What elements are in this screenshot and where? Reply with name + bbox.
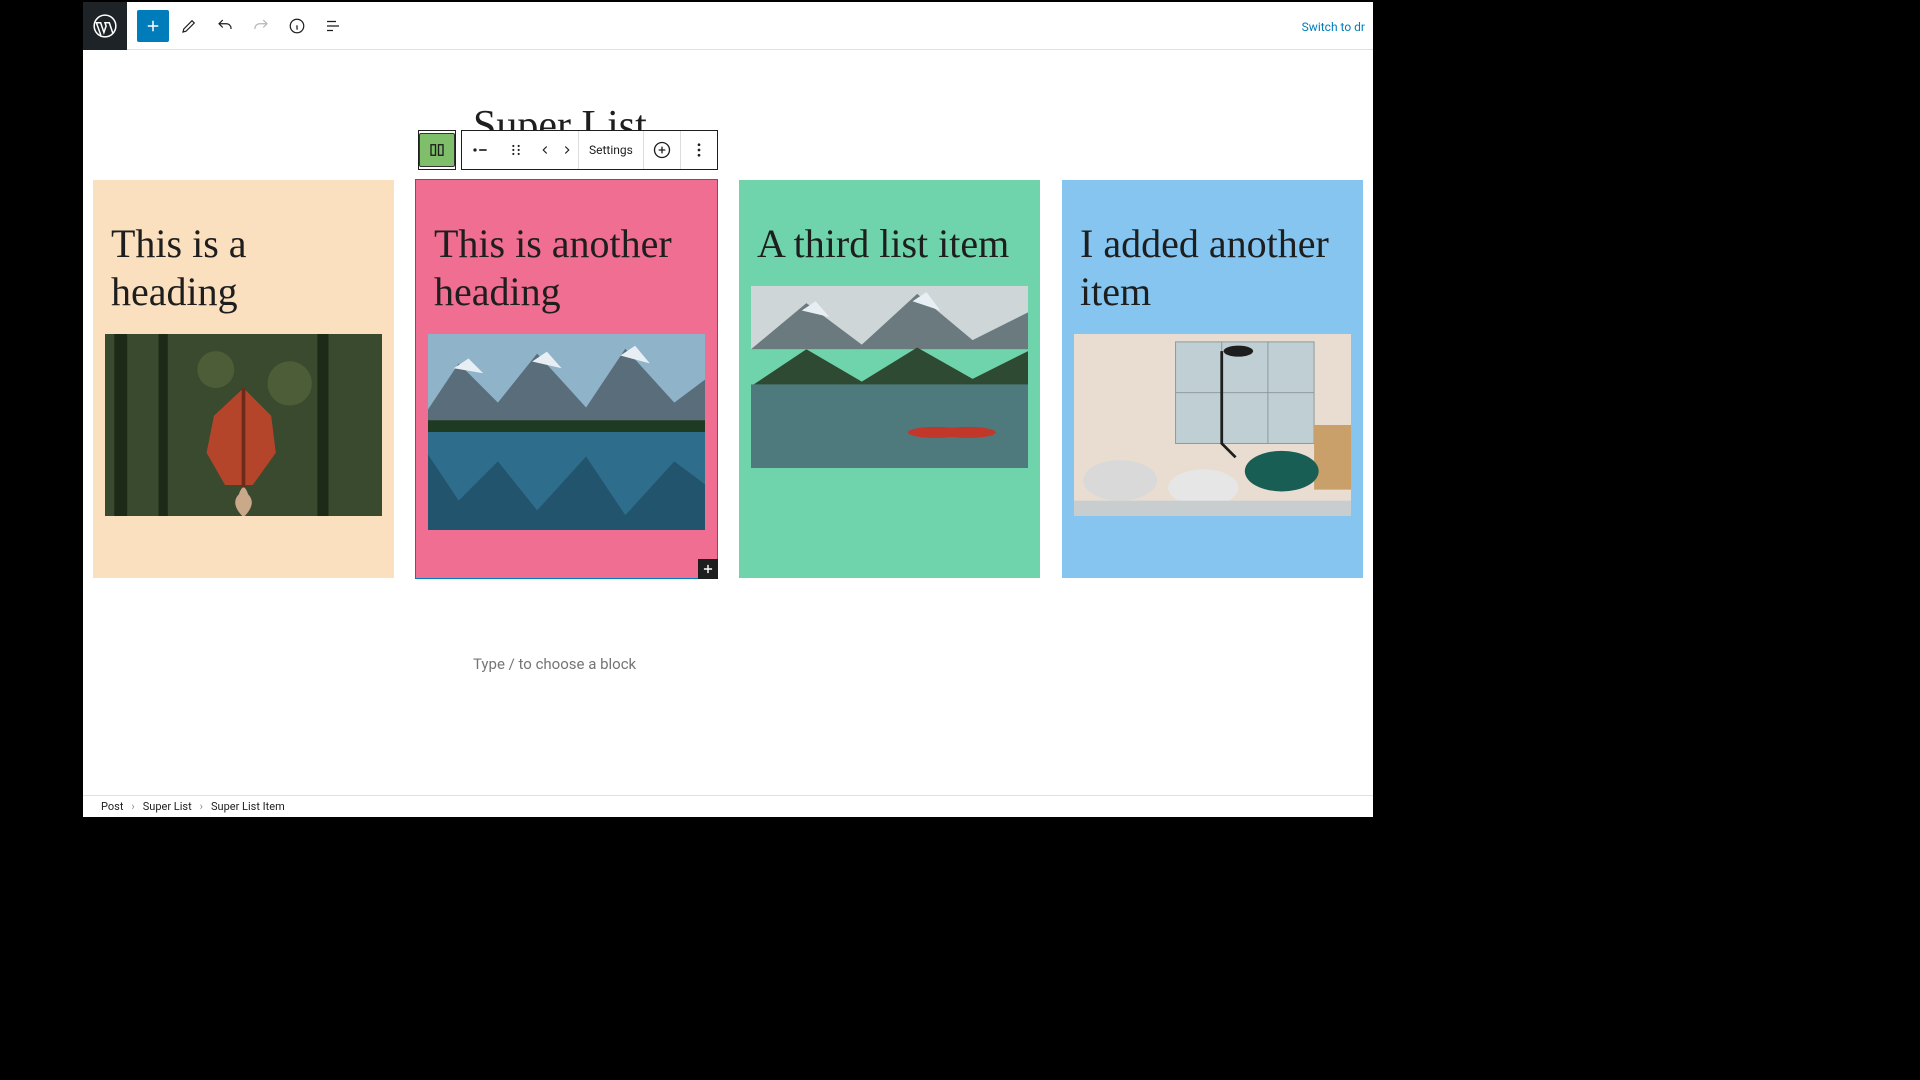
empty-block-prompt[interactable]: Type / to choose a block [473,655,636,673]
list-style-button[interactable] [462,131,498,169]
undo-button[interactable] [209,10,241,42]
editor-topbar: Switch to dr [83,2,1373,50]
insert-block-button[interactable] [644,131,680,169]
more-options-button[interactable] [681,131,717,169]
list-item[interactable]: This is a heading [93,180,394,578]
forest-leaf-photo[interactable] [105,334,382,516]
breadcrumb-item[interactable]: Super List [143,800,192,813]
mountain-lake-photo[interactable] [428,334,705,530]
list-view-button[interactable] [317,10,349,42]
move-left-button[interactable] [534,131,556,169]
breadcrumb-item[interactable]: Post [101,800,123,813]
switch-to-draft-link[interactable]: Switch to dr [1302,20,1365,34]
edit-tool-button[interactable] [173,10,205,42]
superlist-block-icon [419,133,455,167]
interior-room-photo[interactable] [1074,334,1351,516]
drag-handle-icon[interactable] [498,131,534,169]
wordpress-logo-icon[interactable] [83,2,127,50]
block-type-button[interactable] [418,130,456,170]
chevron-right-icon: › [200,800,203,813]
list-item-selected[interactable]: This is another heading [416,180,717,578]
super-list-row: This is a heading [93,180,1363,578]
chevron-right-icon: › [131,800,134,813]
add-block-button[interactable] [137,10,169,42]
lake-canoes-photo[interactable] [751,286,1028,468]
editor-canvas: Super List [83,50,1373,795]
block-toolbar: Settings [461,130,718,170]
list-item[interactable]: A third list item [739,180,1040,578]
breadcrumb-item[interactable]: Super List Item [211,800,285,813]
list-item[interactable]: I added another item [1062,180,1363,578]
document-info-button[interactable] [281,10,313,42]
breadcrumb: Post › Super List › Super List Item [83,795,1373,817]
move-right-button[interactable] [556,131,578,169]
list-item-heading[interactable]: This is another heading [428,192,705,334]
editor-window: Switch to dr Super List [83,2,1373,817]
block-settings-button[interactable]: Settings [579,131,643,169]
list-item-heading[interactable]: A third list item [751,192,1028,286]
list-item-heading[interactable]: I added another item [1074,192,1351,334]
list-item-heading[interactable]: This is a heading [105,192,382,334]
add-block-corner-button[interactable] [698,559,718,579]
redo-button[interactable] [245,10,277,42]
